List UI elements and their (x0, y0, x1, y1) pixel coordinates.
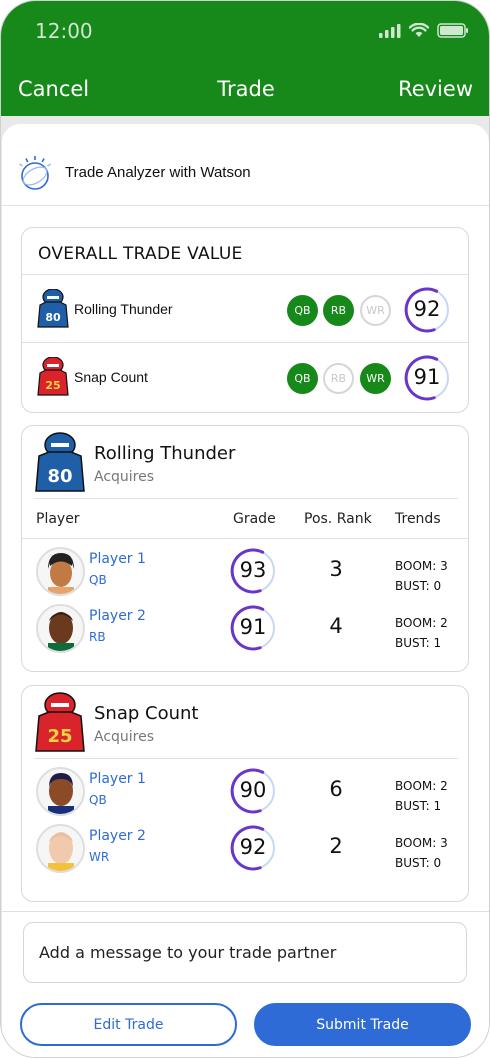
wifi-icon (409, 23, 429, 37)
trend-boom: BOOM: 3 (395, 836, 448, 850)
bottom-action-bar: Edit Trade Submit Trade (2, 911, 489, 1057)
position-badge-qb: QB (287, 363, 318, 394)
acquiring-team-name: Rolling Thunder (94, 443, 236, 464)
player-position: WR (89, 850, 110, 864)
trade-value-number: 91 (413, 365, 441, 389)
player-avatar-icon (48, 832, 74, 871)
grade-ring: 92 (229, 824, 277, 872)
watson-logo-icon (19, 156, 51, 190)
trade-value-ring: 92 (403, 286, 451, 334)
grade-number: 91 (239, 615, 267, 639)
jersey-number: 25 (45, 379, 60, 392)
submit-trade-button[interactable]: Submit Trade (254, 1003, 471, 1046)
position-rank: 6 (329, 777, 343, 801)
trend-bust: BUST: 0 (395, 856, 442, 870)
jersey-number: 25 (47, 726, 72, 747)
player-row[interactable]: Player 1 QB 90 6 BOOM: 2 BUST: 1 (22, 767, 468, 823)
trend-bust: BUST: 0 (395, 579, 442, 593)
acquiring-team-name: Snap Count (94, 703, 199, 724)
position-badge-wr: WR (360, 295, 391, 326)
trend-boom: BOOM: 2 (395, 779, 448, 793)
team-value-row[interactable]: 80 Rolling Thunder QB RB WR 92 (22, 275, 468, 343)
acquisition-card: 25 Snap Count Acquires Player 1 QB 90 6 … (21, 685, 469, 902)
player-position: QB (89, 573, 107, 587)
jersey-number: 80 (45, 311, 61, 324)
acquisition-card: 80 Rolling Thunder Acquires Player Grade… (21, 425, 469, 672)
column-header-trends: Trends (395, 511, 441, 527)
player-avatar (36, 767, 85, 816)
trade-message-input[interactable] (24, 923, 466, 982)
player-name-link[interactable]: Player 1 (89, 551, 146, 567)
player-avatar-icon (48, 553, 74, 594)
divider (22, 538, 468, 539)
overall-trade-value-card: OVERALL TRADE VALUE 80 Rolling Thunder Q… (21, 227, 469, 413)
grade-ring: 91 (229, 604, 277, 652)
position-badge-rb: RB (323, 363, 354, 394)
trade-value-number: 92 (413, 297, 441, 321)
phone-frame: 12:00 Cancel Trade Review Trade Analyzer… (0, 0, 490, 1058)
divider (34, 498, 458, 499)
status-time: 12:00 (35, 19, 93, 43)
edit-trade-button[interactable]: Edit Trade (20, 1003, 237, 1046)
player-avatar-icon (48, 612, 74, 651)
player-avatar-icon (48, 773, 74, 814)
player-position: QB (89, 793, 107, 807)
jersey-number: 80 (47, 466, 72, 487)
jersey-icon: 80 (37, 289, 69, 328)
column-header-pos-rank: Pos. Rank (304, 511, 372, 527)
grade-ring: 93 (229, 547, 277, 595)
position-rank: 4 (329, 614, 343, 638)
review-button[interactable]: Review (398, 77, 473, 101)
position-badge-qb: QB (287, 295, 318, 326)
team-name: Snap Count (74, 369, 148, 385)
position-badge-wr: WR (360, 363, 391, 394)
position-badge-rb: RB (323, 295, 354, 326)
position-rank: 3 (329, 557, 343, 581)
jersey-icon: 25 (35, 692, 85, 752)
message-field-container (23, 922, 467, 983)
grade-ring: 90 (229, 767, 277, 815)
battery-icon (437, 23, 468, 38)
player-row[interactable]: Player 2 RB 91 4 BOOM: 2 BUST: 1 (22, 604, 468, 660)
overall-title: OVERALL TRADE VALUE (38, 244, 243, 264)
trade-value-ring: 91 (403, 354, 451, 402)
player-avatar (36, 547, 85, 596)
player-position: RB (89, 630, 106, 644)
trade-sheet: Trade Analyzer with Watson OVERALL TRADE… (2, 124, 489, 1057)
grade-number: 90 (239, 778, 267, 802)
player-avatar (36, 824, 85, 873)
trend-bust: BUST: 1 (395, 636, 442, 650)
player-name-link[interactable]: Player 2 (89, 828, 146, 844)
trend-boom: BOOM: 2 (395, 616, 448, 630)
player-avatar (36, 604, 85, 653)
analyzer-title: Trade Analyzer with Watson (65, 164, 251, 181)
jersey-icon: 25 (37, 357, 69, 396)
column-header-grade: Grade (233, 511, 276, 527)
grade-number: 93 (239, 558, 267, 582)
divider (34, 758, 458, 759)
position-rank: 2 (329, 834, 343, 858)
column-header-player: Player (36, 511, 80, 527)
player-row[interactable]: Player 2 WR 92 2 BOOM: 3 BUST: 0 (22, 824, 468, 880)
player-row[interactable]: Player 1 QB 93 3 BOOM: 3 BUST: 0 (22, 547, 468, 603)
player-name-link[interactable]: Player 2 (89, 608, 146, 624)
acquires-label: Acquires (94, 729, 155, 745)
team-name: Rolling Thunder (74, 301, 173, 317)
top-bar: 12:00 Cancel Trade Review (1, 1, 489, 116)
signal-icon (379, 23, 401, 38)
analyzer-header: Trade Analyzer with Watson (2, 124, 489, 206)
grade-number: 92 (239, 835, 267, 859)
jersey-icon: 80 (35, 432, 85, 492)
trend-bust: BUST: 1 (395, 799, 442, 813)
team-value-row[interactable]: 25 Snap Count QB RB WR 91 (22, 343, 468, 411)
acquires-label: Acquires (94, 469, 155, 485)
player-name-link[interactable]: Player 1 (89, 771, 146, 787)
status-icons (379, 23, 469, 38)
trend-boom: BOOM: 3 (395, 559, 448, 573)
